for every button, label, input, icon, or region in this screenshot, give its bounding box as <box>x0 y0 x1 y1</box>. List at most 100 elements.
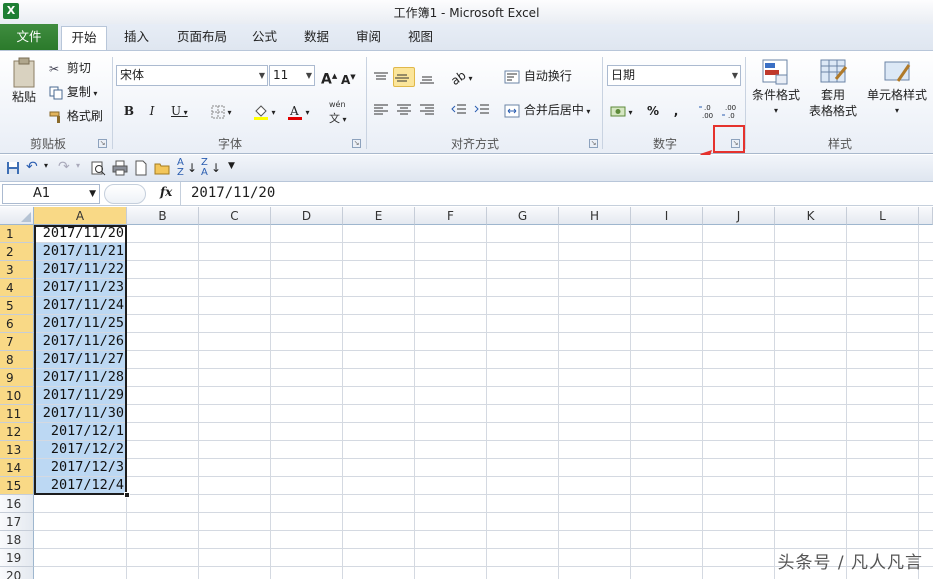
column-header-k[interactable]: K <box>775 207 847 225</box>
save-icon[interactable] <box>6 161 20 175</box>
customize-toolbar-icon[interactable]: ▼ <box>228 161 235 171</box>
formula-bar-splitter[interactable] <box>104 184 146 204</box>
copy-button[interactable]: 复制 ▾ <box>48 82 106 102</box>
fill-color-button[interactable]: ▾ <box>252 101 282 121</box>
number-format-combo[interactable]: 日期 ▼ <box>607 65 741 86</box>
italic-button[interactable]: I <box>143 101 161 121</box>
increase-indent-button[interactable] <box>473 99 493 119</box>
clipboard-dialog-launcher[interactable]: ↘ <box>98 139 107 148</box>
row-header-12[interactable]: 12 <box>0 423 34 441</box>
row-header-17[interactable]: 17 <box>0 513 34 531</box>
phonetic-button[interactable]: wén 文 ▾ <box>328 99 358 123</box>
bold-button[interactable]: B <box>120 101 138 121</box>
row-header-13[interactable]: 13 <box>0 441 34 459</box>
row-header-5[interactable]: 5 <box>0 297 34 315</box>
column-header-f[interactable]: F <box>415 207 487 225</box>
tab-formulas[interactable]: 公式 <box>242 26 287 50</box>
orientation-button[interactable]: ab ▾ <box>450 67 478 87</box>
cut-button[interactable]: ✂ 剪切 <box>48 58 106 78</box>
row-header-8[interactable]: 8 <box>0 351 34 369</box>
align-center-button[interactable] <box>395 99 415 119</box>
column-header-l[interactable]: L <box>847 207 919 225</box>
align-right-button[interactable] <box>418 99 438 119</box>
column-header-c[interactable]: C <box>199 207 271 225</box>
font-color-button[interactable]: A ▾ <box>286 101 316 121</box>
row-header-10[interactable]: 10 <box>0 387 34 405</box>
row-header-15[interactable]: 15 <box>0 477 34 495</box>
tab-review[interactable]: 审阅 <box>346 26 391 50</box>
grow-font-button[interactable]: A▲ <box>320 66 338 86</box>
name-box[interactable]: A1 ▼ <box>2 184 100 204</box>
align-middle-button[interactable] <box>393 67 415 87</box>
borders-button[interactable]: ▾ <box>210 101 240 121</box>
worksheet-grid[interactable]: A B C D E F G H I J K L 12017/11/2022017… <box>0 207 933 579</box>
row-header-6[interactable]: 6 <box>0 315 34 333</box>
tab-file[interactable]: 文件 <box>0 24 58 50</box>
font-name-combo[interactable]: 宋体 ▼ <box>116 65 268 86</box>
alignment-dialog-launcher[interactable]: ↘ <box>589 139 598 148</box>
merge-center-button[interactable]: 合并后居中 ▾ <box>503 100 597 120</box>
column-header-j[interactable]: J <box>703 207 775 225</box>
percent-style-button[interactable]: % <box>644 101 662 121</box>
row-header-19[interactable]: 19 <box>0 549 34 567</box>
format-as-table-button[interactable]: 套用 表格格式 <box>804 57 862 127</box>
open-folder-icon[interactable] <box>154 160 170 176</box>
wrap-text-button[interactable]: 自动换行 <box>503 66 577 86</box>
column-header-i[interactable]: I <box>631 207 703 225</box>
shrink-font-button[interactable]: A▼ <box>340 67 358 87</box>
tab-insert[interactable]: 插入 <box>114 26 159 50</box>
decrease-indent-button[interactable] <box>450 99 470 119</box>
column-header-partial[interactable] <box>919 207 933 225</box>
column-header-b[interactable]: B <box>127 207 199 225</box>
row-header-18[interactable]: 18 <box>0 531 34 549</box>
tab-page-layout[interactable]: 页面布局 <box>167 26 237 50</box>
align-bottom-button[interactable] <box>418 67 438 87</box>
tab-view[interactable]: 视图 <box>398 26 443 50</box>
comma-style-button[interactable]: , <box>668 101 684 121</box>
font-dialog-launcher[interactable]: ↘ <box>352 139 361 148</box>
insert-function-button[interactable]: fx <box>160 185 172 199</box>
column-header-d[interactable]: D <box>271 207 343 225</box>
row-header-3[interactable]: 3 <box>0 261 34 279</box>
select-all-button[interactable] <box>0 207 34 225</box>
undo-icon[interactable]: ↶ <box>26 159 38 175</box>
chevron-down-icon[interactable]: ▾ <box>44 161 48 170</box>
cell-styles-button[interactable]: 单元格样式 ▾ <box>864 57 930 127</box>
print-preview-icon[interactable] <box>90 160 106 176</box>
align-left-button[interactable] <box>372 99 392 119</box>
row-header-11[interactable]: 11 <box>0 405 34 423</box>
row-header-14[interactable]: 14 <box>0 459 34 477</box>
row-header-9[interactable]: 9 <box>0 369 34 387</box>
accounting-format-button[interactable]: ▾ <box>609 101 639 121</box>
new-document-icon[interactable] <box>134 160 148 176</box>
column-header-h[interactable]: H <box>559 207 631 225</box>
paste-button[interactable]: 粘贴 <box>6 57 42 119</box>
gridline <box>34 422 933 423</box>
sort-ascending-icon[interactable]: AZ <box>177 158 184 178</box>
tab-home[interactable]: 开始 <box>61 26 107 50</box>
sort-descending-icon[interactable]: ZA <box>201 158 208 178</box>
row-header-4[interactable]: 4 <box>0 279 34 297</box>
decrease-decimal-button[interactable]: .00.0 <box>720 100 740 120</box>
tab-data[interactable]: 数据 <box>294 26 339 50</box>
format-painter-button[interactable]: 格式刷 <box>48 106 108 126</box>
chevron-down-icon[interactable]: ▾ <box>76 161 80 170</box>
row-header-2[interactable]: 2 <box>0 243 34 261</box>
redo-icon[interactable]: ↷ <box>58 159 70 175</box>
column-header-g[interactable]: G <box>487 207 559 225</box>
formula-input[interactable]: 2017/11/20 <box>180 182 933 206</box>
fill-handle[interactable] <box>124 492 130 498</box>
font-size-combo[interactable]: 11 ▼ <box>269 65 315 86</box>
underline-button[interactable]: U ▾ <box>166 101 194 121</box>
chevron-down-icon[interactable]: ▼ <box>89 185 96 203</box>
align-top-button[interactable] <box>372 67 392 87</box>
print-icon[interactable] <box>112 160 128 176</box>
column-header-a[interactable]: A <box>34 207 127 225</box>
increase-decimal-button[interactable]: .0.00 <box>697 100 717 120</box>
row-header-16[interactable]: 16 <box>0 495 34 513</box>
row-header-7[interactable]: 7 <box>0 333 34 351</box>
row-header-1[interactable]: 1 <box>0 225 34 243</box>
column-header-e[interactable]: E <box>343 207 415 225</box>
row-header-20[interactable]: 20 <box>0 567 34 579</box>
conditional-formatting-button[interactable]: 条件格式 ▾ <box>750 57 802 127</box>
